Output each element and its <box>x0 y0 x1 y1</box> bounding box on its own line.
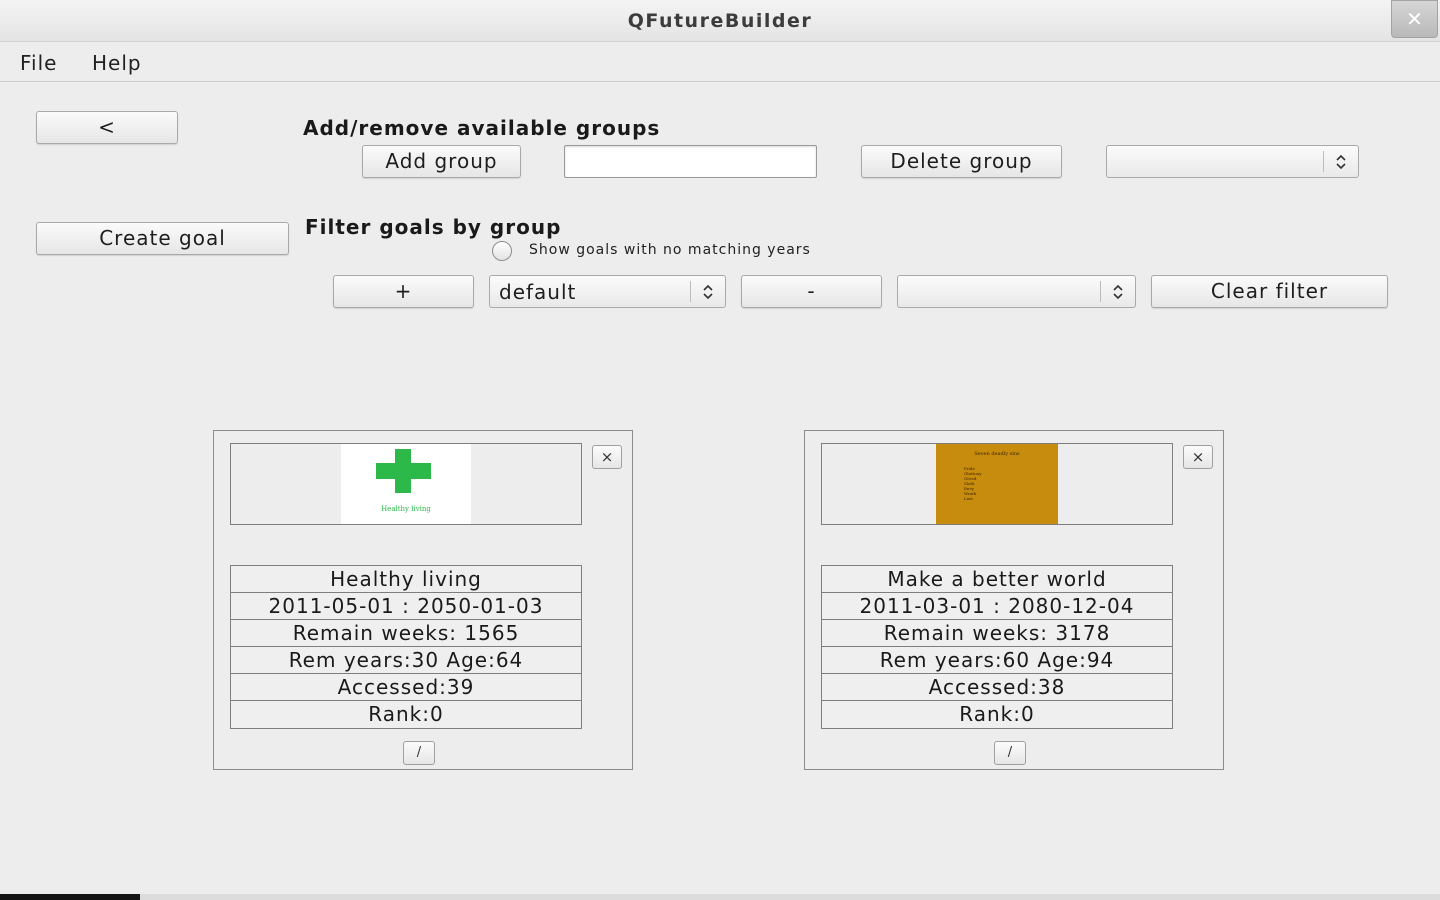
add-group-label: Add group <box>385 149 498 173</box>
thumbnail-list: Pride Gluttony Greed Sloth Envy Wrath Lu… <box>964 466 982 501</box>
filter-heading: Filter goals by group <box>305 215 562 239</box>
goal-card: Seven deadly sins Pride Gluttony Greed S… <box>804 430 1224 770</box>
taskbar-strip <box>0 894 1440 900</box>
delete-group-button[interactable]: Delete group <box>861 145 1062 178</box>
create-goal-button[interactable]: Create goal <box>36 222 289 255</box>
create-goal-label: Create goal <box>99 226 226 250</box>
goal-rem-years-age: Rem years:60 Age:94 <box>822 647 1172 674</box>
updown-arrow-icon <box>1113 284 1123 300</box>
group-name-input[interactable] <box>564 145 817 178</box>
delete-group-select[interactable] <box>1106 145 1359 178</box>
thumbnail-line: Lust <box>964 496 973 501</box>
close-icon: ✕ <box>1406 7 1423 31</box>
title-bar: QFutureBuilder ✕ <box>0 0 1440 42</box>
goal-thumbnail: Seven deadly sins Pride Gluttony Greed S… <box>936 444 1058 524</box>
goal-dates: 2011-05-01 : 2050-01-03 <box>231 593 581 620</box>
goal-dates: 2011-03-01 : 2080-12-04 <box>822 593 1172 620</box>
goal-remain-weeks: Remain weeks: 1565 <box>231 620 581 647</box>
combo-separator <box>1323 151 1324 172</box>
window-close-button[interactable]: ✕ <box>1391 0 1438 38</box>
goal-rank: Rank:0 <box>231 701 581 728</box>
back-button-label: < <box>98 115 116 139</box>
goal-info-table: Healthy living 2011-05-01 : 2050-01-03 R… <box>230 565 582 729</box>
add-group-button[interactable]: Add group <box>362 145 521 178</box>
edit-goal-button[interactable]: / <box>994 741 1026 765</box>
menu-file[interactable]: File <box>20 51 57 75</box>
goal-image-frame[interactable]: Seven deadly sins Pride Gluttony Greed S… <box>821 443 1173 525</box>
goal-thumbnail: Healthy living <box>341 444 471 524</box>
goal-rank: Rank:0 <box>822 701 1172 728</box>
goal-image-frame[interactable]: Healthy living <box>230 443 582 525</box>
updown-arrow-icon <box>1336 154 1346 170</box>
goal-remain-weeks: Remain weeks: 3178 <box>822 620 1172 647</box>
goal-rem-years-age: Rem years:30 Age:64 <box>231 647 581 674</box>
combo-separator <box>690 281 691 302</box>
goal-card: Healthy living × Healthy living 2011-05-… <box>213 430 633 770</box>
edit-goal-button[interactable]: / <box>403 741 435 765</box>
no-matching-years-radio[interactable] <box>492 241 512 261</box>
clear-filter-label: Clear filter <box>1210 279 1329 303</box>
delete-goal-button[interactable]: × <box>1183 445 1213 469</box>
no-matching-years-label: Show goals with no matching years <box>529 242 811 258</box>
window-title: QFutureBuilder <box>627 10 813 32</box>
filter-group-select[interactable]: default <box>489 275 726 308</box>
taskbar-dark-segment <box>0 894 140 900</box>
add-filter-button[interactable]: + <box>333 275 474 308</box>
delete-goal-button[interactable]: × <box>592 445 622 469</box>
updown-arrow-icon <box>703 284 713 300</box>
thumbnail-heading: Seven deadly sins <box>974 451 1020 457</box>
menu-bar: File Help <box>0 42 1440 82</box>
clear-filter-button[interactable]: Clear filter <box>1151 275 1388 308</box>
combo-separator <box>1100 281 1101 302</box>
delete-group-label: Delete group <box>890 149 1033 173</box>
active-filter-select[interactable] <box>897 275 1136 308</box>
add-filter-label: + <box>394 279 413 303</box>
thumbnail-caption: Healthy living <box>381 505 431 513</box>
goal-name: Make a better world <box>822 566 1172 593</box>
filter-group-select-value: default <box>499 280 577 304</box>
back-button[interactable]: < <box>36 111 178 144</box>
goal-info-table: Make a better world 2011-03-01 : 2080-12… <box>821 565 1173 729</box>
groups-heading: Add/remove available groups <box>303 116 661 140</box>
remove-filter-label: - <box>807 279 816 303</box>
goal-accessed: Accessed:39 <box>231 674 581 701</box>
remove-filter-button[interactable]: - <box>741 275 882 308</box>
menu-help[interactable]: Help <box>92 51 142 75</box>
goal-accessed: Accessed:38 <box>822 674 1172 701</box>
goal-name: Healthy living <box>231 566 581 593</box>
